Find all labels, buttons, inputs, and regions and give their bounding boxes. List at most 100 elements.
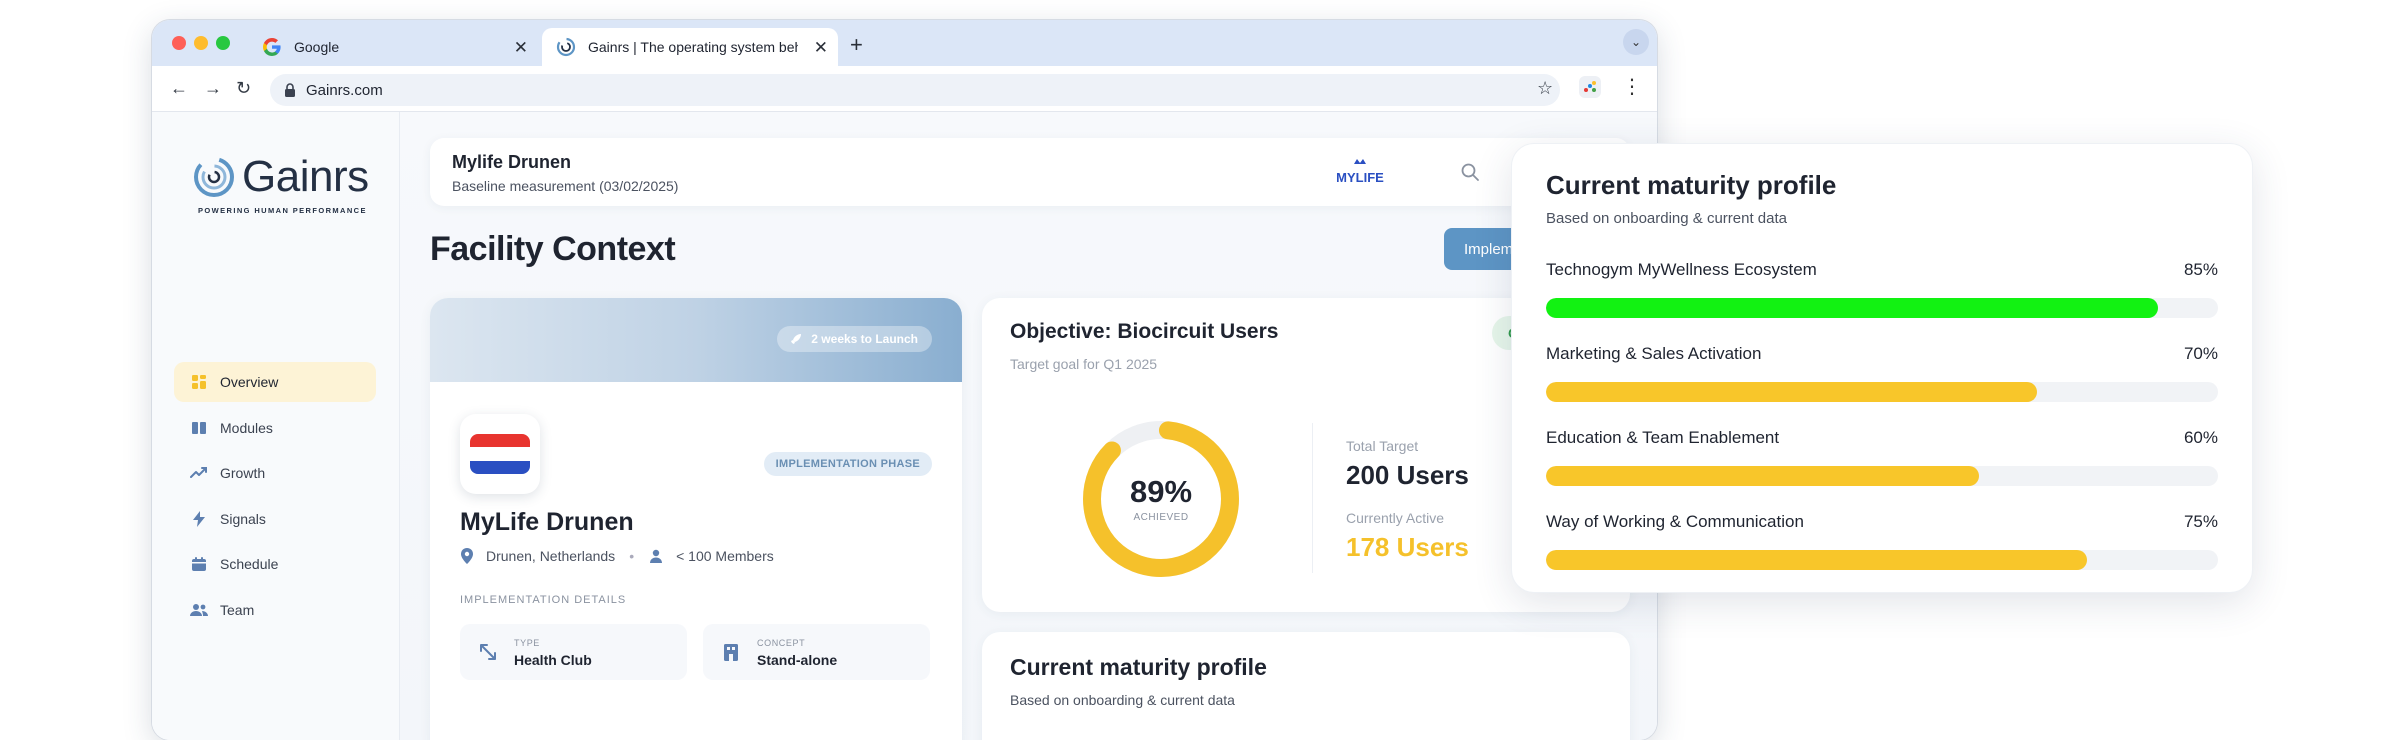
maturity-row-percent: 85% (2183, 260, 2218, 279)
book-icon (190, 419, 208, 437)
header-subtitle: Baseline measurement (03/02/2025) (452, 178, 679, 194)
back-icon[interactable]: ← (170, 78, 188, 99)
minimize-window-button[interactable] (194, 36, 208, 50)
tab-search-chevron-icon[interactable]: ⌄ (1623, 29, 1649, 55)
bookmark-star-icon[interactable]: ☆ (1537, 78, 1553, 99)
new-tab-icon[interactable]: + (850, 32, 863, 58)
sidebar-nav: Overview Modules Growth Signals Schedule… (174, 362, 376, 635)
calendar-icon (190, 555, 208, 573)
user-icon (650, 549, 663, 563)
logo-tagline: POWERING HUMAN PERFORMANCE (198, 206, 367, 215)
maturity-row-percent: 60% (2183, 428, 2218, 447)
logo-wordmark: Gainrs (242, 152, 369, 201)
browser-menu-icon[interactable]: ⋮ (1622, 74, 1642, 99)
sidebar-item-overview[interactable]: Overview (174, 362, 376, 402)
close-tab-icon[interactable]: ✕ (514, 38, 528, 58)
sidebar-item-growth[interactable]: Growth (174, 453, 376, 493)
total-target-label: Total Target (1346, 438, 1419, 454)
close-window-button[interactable] (172, 36, 186, 50)
sidebar-item-modules[interactable]: Modules (174, 408, 376, 448)
maturity-card-subtitle: Based on onboarding & current data (1010, 692, 1235, 708)
maturity-card-title: Current maturity profile (1010, 654, 1267, 680)
maturity-bar-fill (1546, 550, 2087, 570)
maturity-bar-track (1546, 550, 2218, 570)
maturity-profile-popout: Current maturity profile Based on onboar… (1512, 144, 2252, 592)
detail-value: Health Club (514, 652, 592, 668)
maturity-bar-fill (1546, 382, 2037, 402)
trend-up-icon (190, 464, 208, 482)
gainrs-logo-icon (194, 157, 234, 197)
divider (1312, 423, 1313, 573)
maturity-bar-fill (1546, 466, 1980, 486)
maturity-row-label: Education & Team Enablement (1546, 428, 1780, 447)
maturity-title: Current maturity profile (1546, 170, 1837, 200)
maturity-row: Education & Team Enablement 60% (1546, 428, 2218, 490)
sidebar: Gainrs POWERING HUMAN PERFORMANCE Overvi… (152, 112, 400, 740)
launch-badge-text: 2 weeks to Launch (811, 332, 918, 346)
svg-text:MYLIFE: MYLIFE (1336, 170, 1384, 185)
search-icon[interactable] (1460, 162, 1480, 182)
tab-title: Google (294, 39, 340, 55)
maturity-row-percent: 70% (2183, 344, 2218, 363)
reload-icon[interactable]: ↻ (236, 78, 251, 99)
detail-key: CONCEPT (757, 638, 806, 648)
google-icon (262, 37, 282, 57)
page-title: Facility Context (430, 230, 676, 268)
sidebar-item-label: Overview (220, 374, 279, 390)
browser-window: Google ✕ Gainrs | The operating system b… (152, 20, 1657, 740)
phase-badge: IMPLEMENTATION PHASE (763, 452, 932, 476)
launch-badge: 2 weeks to Launch (777, 326, 932, 352)
netherlands-flag-icon (470, 434, 530, 474)
sidebar-item-label: Growth (220, 465, 266, 481)
separator-dot: • (629, 548, 635, 564)
maturity-row: Technogym MyWellness Ecosystem 85% (1546, 260, 2218, 322)
maturity-row-label: Way of Working & Communication (1546, 512, 1804, 531)
lock-icon (285, 83, 295, 97)
detail-key: TYPE (514, 638, 540, 648)
facility-meta: Drunen, Netherlands • < 100 Members (460, 548, 774, 564)
total-target-value: 200 Users (1346, 460, 1469, 490)
extension-icon[interactable] (1579, 76, 1601, 98)
gainrs-logo[interactable]: Gainrs (192, 152, 369, 202)
maturity-row: Marketing & Sales Activation 70% (1546, 344, 2218, 406)
sidebar-item-signals[interactable]: Signals (174, 499, 376, 539)
rocket-icon (791, 334, 802, 344)
maturity-row-label: Technogym MyWellness Ecosystem (1546, 260, 1817, 279)
maturity-bar-track (1546, 466, 2218, 486)
percent-value: 89% (1129, 474, 1193, 509)
tab-google[interactable]: Google ✕ (248, 28, 538, 66)
maturity-bar-fill (1546, 298, 2158, 318)
currently-active-value: 178 Users (1346, 532, 1469, 562)
facility-header: Mylife Drunen Baseline measurement (03/0… (430, 138, 1630, 206)
maximize-window-button[interactable] (216, 36, 230, 50)
maturity-bar-track (1546, 382, 2218, 402)
grid-icon (190, 373, 208, 391)
maturity-subtitle: Based on onboarding & current data (1546, 210, 1788, 227)
maturity-card: Current maturity profile Based on onboar… (982, 632, 1630, 740)
details-label: IMPLEMENTATION DETAILS (460, 594, 627, 606)
forward-icon[interactable]: → (204, 78, 222, 99)
app-content: Gainrs POWERING HUMAN PERFORMANCE Overvi… (152, 112, 1657, 740)
url-input[interactable]: Gainrs.com (270, 74, 1560, 106)
maturity-row: Way of Working & Communication 75% (1546, 512, 2218, 574)
achieved-label: ACHIEVED (1133, 512, 1189, 523)
facility-members: < 100 Members (676, 548, 774, 564)
detail-type: TYPE Health Club (460, 624, 687, 680)
location-pin-icon (461, 548, 473, 564)
detail-concept: CONCEPT Stand-alone (703, 624, 930, 680)
detail-value: Stand-alone (757, 652, 838, 668)
resize-arrows-icon (480, 644, 496, 660)
sidebar-item-label: Signals (220, 510, 266, 527)
mylife-logo: MYLIFE (1330, 156, 1390, 190)
facility-card: 2 weeks to Launch IMPLEMENTATION PHASE M… (430, 298, 962, 740)
bolt-icon (190, 510, 208, 528)
currently-active-label: Currently Active (1346, 510, 1445, 526)
url-text: Gainrs.com (306, 81, 383, 99)
tab-title: Gainrs | The operating system behind hum… (588, 39, 798, 55)
maturity-row-percent: 75% (2183, 512, 2218, 531)
tab-gainrs[interactable]: Gainrs | The operating system behind hum… (542, 28, 838, 66)
building-icon (724, 644, 738, 661)
sidebar-item-team[interactable]: Team (174, 590, 376, 630)
close-tab-icon[interactable]: ✕ (814, 38, 828, 58)
sidebar-item-schedule[interactable]: Schedule (174, 544, 376, 584)
